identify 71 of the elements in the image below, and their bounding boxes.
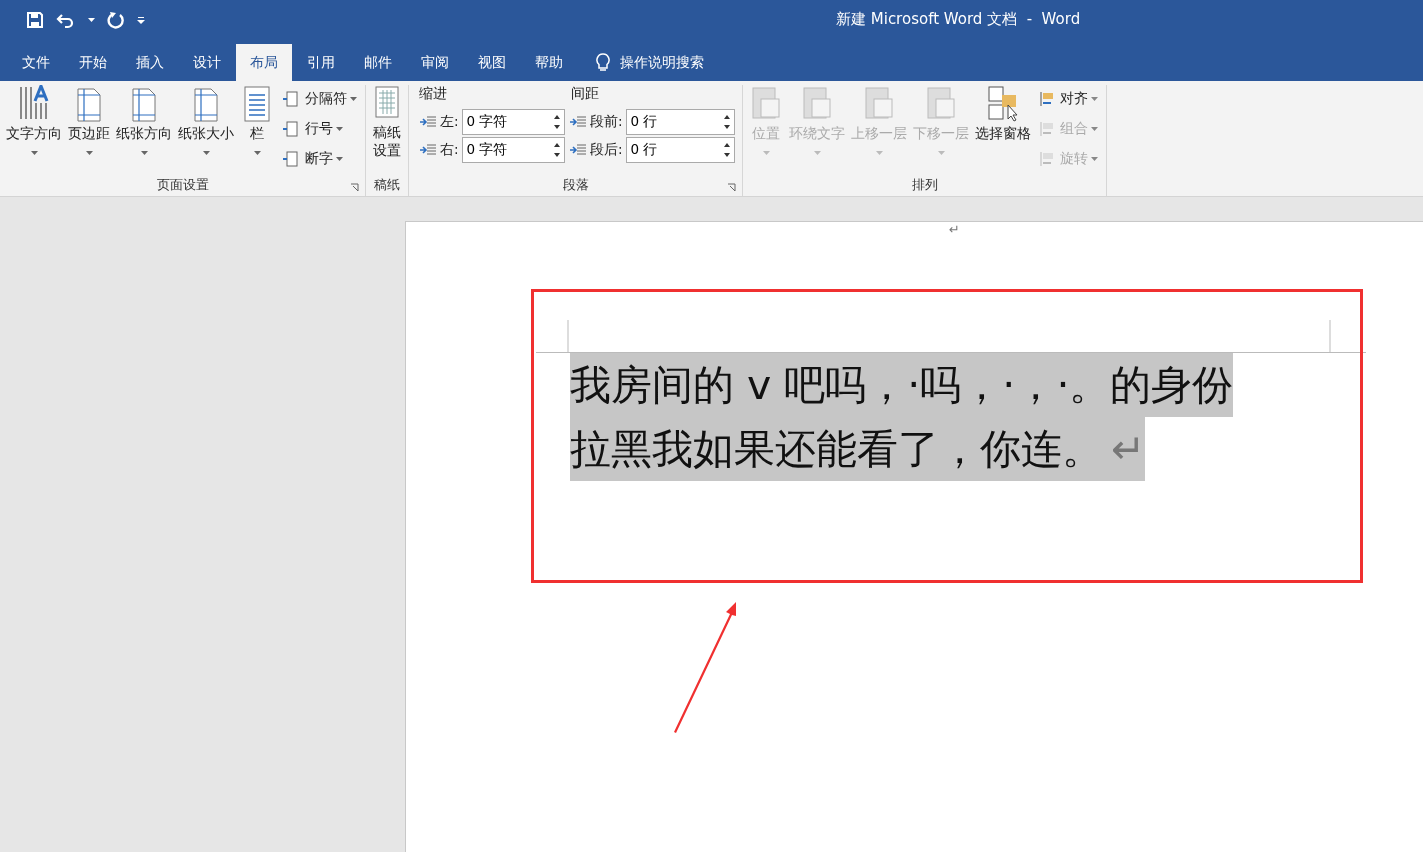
spin-field[interactable]: 0 字符: [461, 109, 565, 135]
caret-icon: [253, 151, 261, 155]
caret-icon: [1091, 127, 1098, 131]
undo-icon[interactable]: [56, 11, 76, 29]
ribbon-button[interactable]: 分隔符: [282, 87, 357, 111]
ribbon-tab[interactable]: 文件: [8, 44, 64, 81]
field-label: 段前:: [590, 113, 623, 131]
group-label: 排列: [911, 176, 938, 194]
ribbon-tab[interactable]: 邮件: [350, 44, 406, 81]
group-label: 稿纸: [374, 176, 400, 194]
caret-icon: [1091, 97, 1098, 101]
paragraph-icon: [569, 115, 587, 129]
ribbon-tab[interactable]: 引用: [293, 44, 349, 81]
tell-me-search[interactable]: 操作说明搜索: [620, 53, 704, 72]
caret-icon: [30, 151, 38, 155]
customize-caret-icon[interactable]: [137, 16, 145, 24]
caret-icon: [350, 97, 357, 101]
ribbon-tab[interactable]: 审阅: [407, 44, 463, 81]
ribbon-button[interactable]: 稿纸设置: [370, 85, 404, 174]
paragraph-icon: [419, 143, 437, 157]
ribbon-button[interactable]: 行号: [282, 117, 357, 141]
caret-icon: [762, 151, 770, 155]
ribbon-button[interactable]: 对齐: [1039, 87, 1098, 111]
selection-pane-icon: [986, 85, 1020, 123]
spinner-arrows-icon: [724, 142, 730, 158]
spinner-arrows-icon: [554, 142, 560, 158]
caret-icon: [336, 127, 343, 131]
group-label: 页面设置: [156, 176, 209, 194]
redo-icon[interactable]: [107, 11, 125, 29]
dialog-launcher-icon[interactable]: [727, 183, 736, 192]
paragraph-icon: [419, 115, 437, 129]
window-title: 新建 Microsoft Word 文档 - Word: [836, 10, 1081, 29]
section-heading: 缩进: [419, 85, 448, 103]
field-label: 右:: [440, 141, 459, 159]
ribbon-button[interactable]: 页边距: [66, 85, 112, 174]
caret-icon: [140, 151, 148, 155]
ribbon-tab[interactable]: 布局: [236, 44, 292, 81]
ribbon-tab[interactable]: 插入: [122, 44, 178, 81]
caret-icon: [336, 157, 343, 161]
ribbon-button[interactable]: 选择窗格: [973, 85, 1033, 174]
save-icon[interactable]: [26, 11, 44, 29]
ribbon-button[interactable]: 纸张大小: [176, 85, 236, 174]
caret-icon: [937, 151, 945, 155]
grid-paper-icon: [372, 85, 402, 121]
dialog-launcher-icon[interactable]: [350, 183, 359, 192]
paragraph-mark: ↵: [949, 222, 960, 237]
caret-icon: [85, 151, 93, 155]
paragraph-icon: [569, 143, 587, 157]
field-label: 段后:: [590, 141, 623, 159]
ribbon-button[interactable]: 文字方向: [4, 85, 64, 174]
ribbon-button[interactable]: 断字: [282, 147, 357, 171]
field-label: 左:: [440, 113, 459, 131]
ribbon-tab[interactable]: 帮助: [521, 44, 577, 81]
spin-field[interactable]: 0 字符: [461, 137, 565, 163]
ribbon-tab[interactable]: 视图: [464, 44, 520, 81]
caret-icon: [1091, 157, 1098, 161]
ribbon-tab[interactable]: 开始: [65, 44, 121, 81]
spinner-arrows-icon: [724, 114, 730, 130]
lightbulb-icon: [596, 52, 610, 73]
ribbon-button[interactable]: 栏: [238, 85, 276, 174]
caret-icon: [202, 151, 210, 155]
caret-icon: [813, 151, 821, 155]
ribbon-button[interactable]: 纸张方向: [114, 85, 174, 174]
ribbon-tab[interactable]: 设计: [179, 44, 235, 81]
caret-icon[interactable]: [88, 18, 95, 22]
section-heading: 间距: [571, 85, 599, 103]
group-label: 段落: [562, 176, 589, 194]
spin-field[interactable]: 0 行: [625, 109, 735, 135]
caret-icon: [875, 151, 883, 155]
spin-field[interactable]: 0 行: [625, 137, 735, 163]
spinner-arrows-icon: [554, 114, 560, 130]
